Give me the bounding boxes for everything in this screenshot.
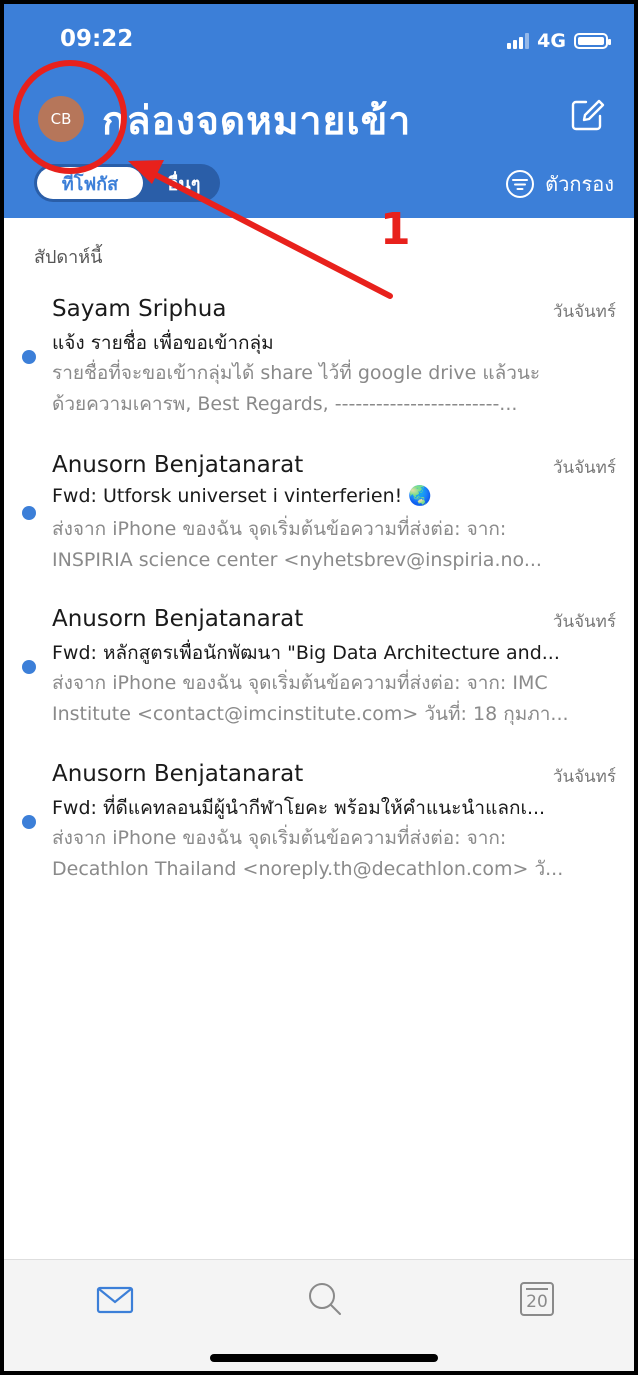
avatar-initials: CB [50, 110, 72, 128]
focus-toggle: ที่โฟกัส อื่นๆ [34, 164, 220, 202]
email-item[interactable]: Sayam Sriphua วันจันทร์ แจ้ง รายชื่อ เพื… [4, 296, 634, 426]
section-label: สัปดาห์นี้ [34, 247, 103, 268]
unread-dot [22, 350, 36, 364]
email-preview-line: รายชื่อที่จะขอเข้ากลุ่มได้ share ไว้ที่ … [52, 362, 541, 384]
email-preview: ส่งจาก iPhone ของฉัน จุดเริ่มต้นข้อความท… [52, 668, 618, 730]
unread-dot [22, 815, 36, 829]
email-preview: รายชื่อที่จะขอเข้ากลุ่มได้ share ไว้ที่ … [52, 358, 618, 420]
email-sender: Anusorn Benjatanarat [52, 761, 304, 787]
unread-dot [22, 506, 36, 520]
email-sender: Anusorn Benjatanarat [52, 606, 304, 632]
email-preview-line: Institute <contact@imcinstitute.com> วัน… [52, 703, 569, 725]
status-indicators: 4G [507, 30, 611, 52]
phone-screen: 09:22 4G CB กล่องจดหมายเข้า ที่โฟกัส อื่… [0, 0, 638, 1375]
app-header: 09:22 4G CB กล่องจดหมายเข้า ที่โฟกัส อื่… [4, 4, 634, 218]
account-avatar[interactable]: CB [38, 96, 84, 142]
email-item[interactable]: Anusorn Benjatanarat วันจันทร์ Fwd: ที่ด… [4, 761, 634, 891]
tab-focused[interactable]: ที่โฟกัส [37, 167, 143, 199]
email-subject: แจ้ง รายชื่อ เพื่อขอเข้ากลุ่ม [52, 332, 274, 354]
email-sender: Anusorn Benjatanarat [52, 452, 304, 478]
calendar-day: 20 [526, 1292, 548, 1312]
email-date: วันจันทร์ [552, 612, 616, 632]
email-subject: Fwd: หลักสูตรเพื่อนักพัฒนา "Big Data Arc… [52, 642, 560, 664]
email-date: วันจันทร์ [552, 302, 616, 322]
compose-icon[interactable] [568, 96, 606, 134]
calendar-icon[interactable]: 20 [516, 1278, 558, 1320]
annotation-number: 1 [380, 204, 411, 255]
unread-dot [22, 660, 36, 674]
email-preview: ส่งจาก iPhone ของฉัน จุดเริ่มต้นข้อความท… [52, 823, 618, 885]
filter-button[interactable]: ตัวกรอง [505, 168, 614, 200]
email-preview-line: INSPIRIA science center <nyhetsbrev@insp… [52, 549, 542, 571]
tab-other[interactable]: อื่นๆ [152, 164, 216, 202]
email-preview-line: ด้วยความเคารพ, Best Regards, -----------… [52, 393, 518, 415]
filter-label: ตัวกรอง [545, 172, 614, 196]
status-time: 09:22 [60, 26, 134, 52]
search-icon[interactable] [304, 1278, 346, 1320]
email-item[interactable]: Anusorn Benjatanarat วันจันทร์ Fwd: Utfo… [4, 452, 634, 582]
email-preview-line: ส่งจาก iPhone ของฉัน จุดเริ่มต้นข้อความท… [52, 518, 507, 540]
email-preview-line: ส่งจาก iPhone ของฉัน จุดเริ่มต้นข้อความท… [52, 672, 548, 694]
email-date: วันจันทร์ [552, 767, 616, 787]
bottom-tab-bar: 20 [4, 1259, 634, 1371]
email-item[interactable]: Anusorn Benjatanarat วันจันทร์ Fwd: หลัก… [4, 606, 634, 736]
email-preview: ส่งจาก iPhone ของฉัน จุดเริ่มต้นข้อความท… [52, 514, 618, 576]
filter-icon [506, 170, 535, 198]
email-subject: Fwd: ที่ดีแคทลอนมีผู้นำกีฬาโยคะ พร้อมให้… [52, 797, 546, 819]
signal-icon [507, 33, 530, 49]
email-preview-line: Decathlon Thailand <noreply.th@decathlon… [52, 858, 564, 880]
email-preview-line: ส่งจาก iPhone ของฉัน จุดเริ่มต้นข้อความท… [52, 827, 507, 849]
battery-icon [574, 33, 611, 49]
email-sender: Sayam Sriphua [52, 296, 227, 322]
email-subject: Fwd: Utforsk universet i vinterferien! 🌏 [52, 485, 432, 507]
home-indicator [210, 1354, 438, 1362]
network-type: 4G [537, 30, 566, 52]
mail-icon[interactable] [94, 1278, 136, 1320]
email-date: วันจันทร์ [552, 458, 616, 478]
page-title: กล่องจดหมายเข้า [102, 99, 412, 144]
